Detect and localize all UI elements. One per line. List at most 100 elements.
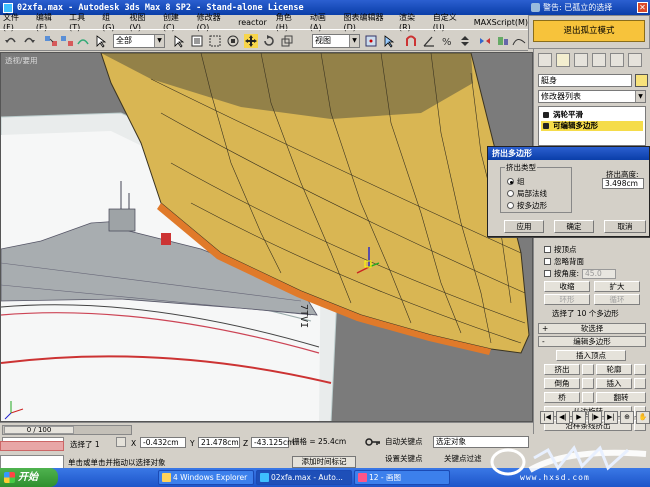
- menu-reactor[interactable]: reactor: [238, 18, 267, 27]
- utilities-tab-icon[interactable]: [628, 53, 642, 67]
- select-and-manipulate-icon[interactable]: [382, 34, 396, 48]
- redo-icon[interactable]: [22, 34, 36, 48]
- outline-settings-button[interactable]: [634, 364, 646, 375]
- perspective-viewport[interactable]: UNSER 7TVI: [0, 52, 533, 422]
- bevel-settings-button[interactable]: [582, 378, 594, 389]
- mirror-icon[interactable]: [478, 34, 492, 48]
- checkbox[interactable]: [544, 270, 551, 277]
- rotate-icon[interactable]: [262, 34, 276, 48]
- by-angle-option[interactable]: 按角度: 45.0: [544, 268, 617, 279]
- start-button[interactable]: 开始: [0, 468, 58, 487]
- flip-button[interactable]: 翻转: [596, 392, 646, 403]
- pivot-center-icon[interactable]: [364, 34, 378, 48]
- modify-tab-icon[interactable]: [556, 53, 570, 67]
- pan-icon[interactable]: ✋: [636, 411, 650, 424]
- extrude-button[interactable]: 挤出: [544, 364, 580, 375]
- stack-item-turbosmooth[interactable]: 涡轮平滑: [541, 110, 643, 120]
- ok-button[interactable]: 确定: [554, 220, 594, 233]
- y-coordinate-field[interactable]: 21.478cm: [198, 437, 240, 448]
- stack-item-editable-poly[interactable]: 可编辑多边形: [541, 121, 643, 131]
- maxscript-listener-red[interactable]: [0, 441, 64, 451]
- set-key-button[interactable]: 设置关键点: [385, 453, 429, 465]
- snap-toggle-icon[interactable]: [404, 34, 418, 48]
- motion-tab-icon[interactable]: [592, 53, 606, 67]
- next-frame-icon[interactable]: |▶: [588, 411, 602, 424]
- zoom-icon[interactable]: ⊕: [620, 411, 634, 424]
- radio-button[interactable]: [507, 202, 514, 209]
- select-by-name-icon[interactable]: [172, 34, 186, 48]
- radio-local-normal[interactable]: 局部法线: [507, 188, 547, 199]
- lock-selection-icon[interactable]: [116, 437, 126, 447]
- undo-icon[interactable]: [4, 34, 18, 48]
- modifier-list-dropdown[interactable]: 修改器列表 ▼: [538, 90, 646, 103]
- shrink-button[interactable]: 收缩: [544, 281, 590, 292]
- object-color-swatch[interactable]: [635, 74, 648, 87]
- object-name-field[interactable]: 艇身: [538, 74, 632, 87]
- taskbar-item-paint[interactable]: 12 - 画图: [354, 470, 450, 485]
- bridge-settings-button[interactable]: [582, 392, 594, 403]
- taskbar-item-explorer[interactable]: 4 Windows Explorer: [158, 470, 254, 485]
- scale-icon[interactable]: [280, 34, 294, 48]
- angle-snap-icon[interactable]: [422, 34, 436, 48]
- display-tab-icon[interactable]: [610, 53, 624, 67]
- move-icon[interactable]: [244, 34, 258, 48]
- checkbox[interactable]: [544, 258, 551, 265]
- soft-selection-rollout[interactable]: + 软选择: [538, 323, 646, 334]
- select-by-list-icon[interactable]: [190, 34, 204, 48]
- extrude-dialog-title[interactable]: 挤出多边形: [488, 147, 649, 160]
- percent-snap-icon[interactable]: %: [440, 34, 454, 48]
- add-time-tag-button[interactable]: 添加时间标记: [292, 456, 356, 468]
- apply-button[interactable]: 应用: [504, 220, 544, 233]
- radio-button[interactable]: [507, 190, 514, 197]
- edit-polygons-rollout[interactable]: - 编辑多边形: [538, 336, 646, 347]
- extrude-settings-button[interactable]: [582, 364, 594, 375]
- maxscript-mini-listener[interactable]: [0, 455, 64, 469]
- bind-space-warp-icon[interactable]: [76, 34, 90, 48]
- expand-icon[interactable]: [543, 123, 549, 129]
- selection-filter-dropdown[interactable]: 全部 ▼: [113, 34, 165, 48]
- key-icon[interactable]: [365, 435, 381, 449]
- inset-settings-button[interactable]: [634, 378, 646, 389]
- by-vertex-option[interactable]: 按顶点: [544, 244, 577, 255]
- checkbox[interactable]: [544, 246, 551, 253]
- insert-vertex-button[interactable]: 插入顶点: [556, 350, 626, 361]
- previous-frame-icon[interactable]: ◀|: [556, 411, 570, 424]
- ring-button[interactable]: 环形: [544, 294, 590, 305]
- close-icon[interactable]: ✕: [637, 2, 648, 13]
- reference-coordinate-dropdown[interactable]: 视图 ▼: [312, 34, 360, 48]
- cancel-button[interactable]: 取消: [604, 220, 646, 233]
- time-slider-thumb[interactable]: 0 / 100: [4, 426, 74, 434]
- unlink-icon[interactable]: [60, 34, 74, 48]
- radio-group[interactable]: 组: [507, 176, 525, 187]
- bridge-button[interactable]: 桥: [544, 392, 580, 403]
- curve-editor-icon[interactable]: [512, 34, 526, 48]
- inset-button[interactable]: 插入: [596, 378, 632, 389]
- radio-button[interactable]: [507, 178, 514, 185]
- x-coordinate-field[interactable]: -0.432cm: [140, 437, 186, 448]
- auto-key-button[interactable]: 自动关键点: [385, 436, 429, 448]
- ignore-backfacing-option[interactable]: 忽略背面: [544, 256, 584, 267]
- time-slider[interactable]: 0 / 100: [2, 425, 132, 435]
- radio-by-polygon[interactable]: 按多边形: [507, 200, 547, 211]
- angle-value-field[interactable]: 45.0: [582, 268, 617, 279]
- exit-isolation-button[interactable]: 退出孤立模式: [533, 20, 645, 42]
- play-icon[interactable]: ▶: [572, 411, 586, 424]
- select-object-icon[interactable]: [94, 34, 108, 48]
- go-to-start-icon[interactable]: |◀: [540, 411, 554, 424]
- select-and-link-icon[interactable]: [44, 34, 58, 48]
- spinner-snap-icon[interactable]: [458, 34, 472, 48]
- light-bulb-icon[interactable]: [543, 112, 549, 118]
- z-coordinate-field[interactable]: -43.125cm: [251, 437, 294, 448]
- go-to-end-icon[interactable]: ▶|: [604, 411, 618, 424]
- create-tab-icon[interactable]: [538, 53, 552, 67]
- grow-button[interactable]: 扩大: [594, 281, 640, 292]
- loop-button[interactable]: 循环: [594, 294, 640, 305]
- menu-maxscript[interactable]: MAXScript(M): [474, 18, 528, 27]
- viewport-label[interactable]: 透视/要用: [5, 55, 38, 66]
- outline-button[interactable]: 轮廓: [596, 364, 632, 375]
- taskbar-item-3dsmax[interactable]: 02xfa.max - Auto...: [256, 470, 352, 485]
- hierarchy-tab-icon[interactable]: [574, 53, 588, 67]
- bevel-button[interactable]: 倒角: [544, 378, 580, 389]
- rectangle-selection-icon[interactable]: [208, 34, 222, 48]
- align-icon[interactable]: [496, 34, 510, 48]
